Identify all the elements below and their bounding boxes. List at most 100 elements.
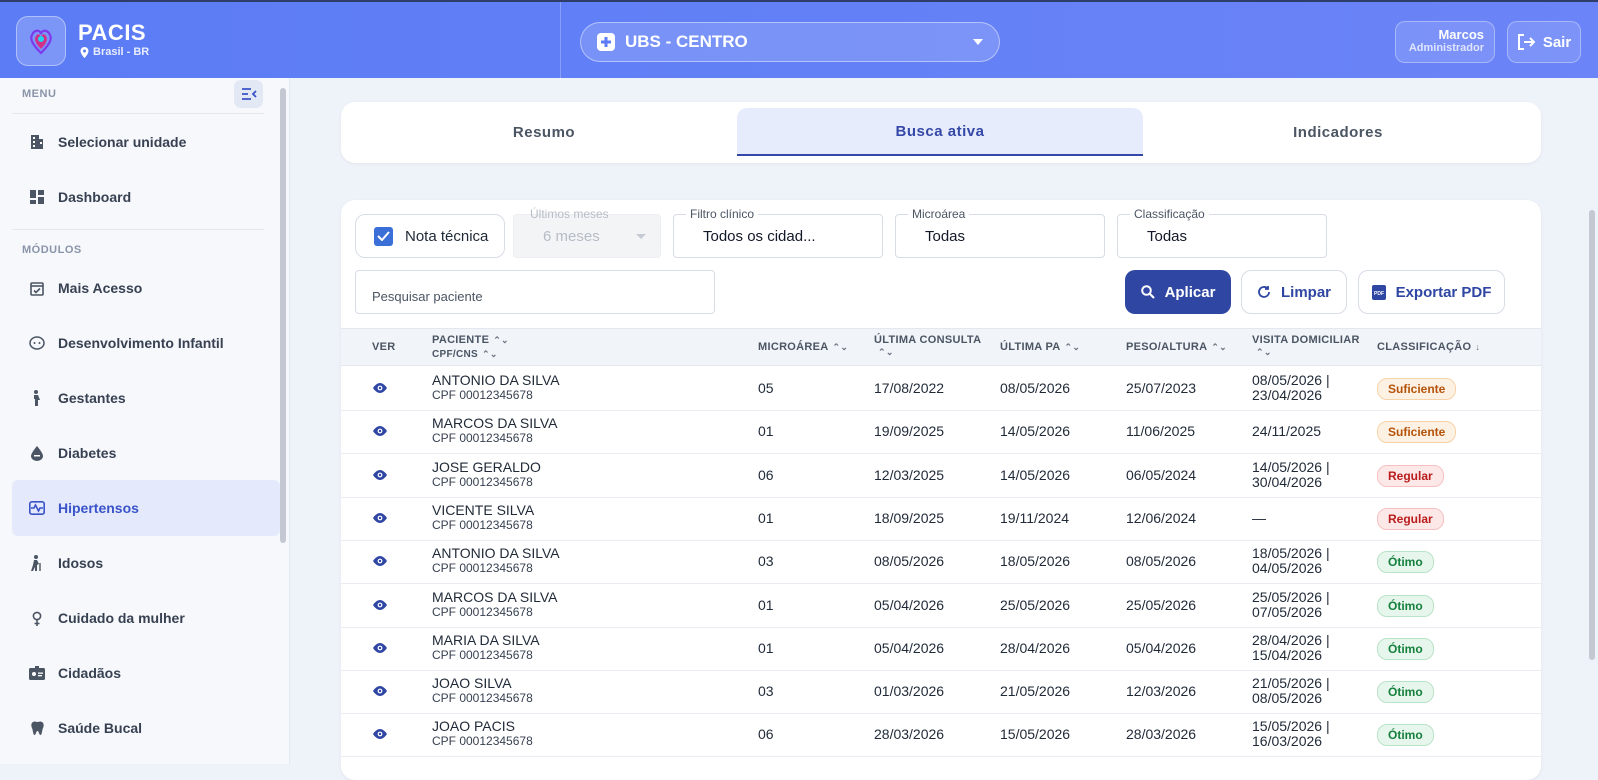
col-classificacao[interactable]: CLASSIFICAÇÃO ↓ [1377,341,1480,353]
col-peso-altura[interactable]: PESO/ALTURA ⌃⌄ [1126,341,1227,353]
logout-label: Sair [1542,33,1572,51]
apply-button[interactable]: Aplicar [1125,270,1231,314]
microarea-select[interactable]: Microárea Todas [895,207,1105,258]
sidebar-item-idosos[interactable]: Idosos [12,535,280,591]
app-logo[interactable] [16,16,66,66]
microarea-value: Todas [925,227,966,245]
status-badge: Suficiente [1377,421,1457,444]
sort-icon: ⌃⌄ [832,342,849,352]
cell-peso: 28/03/2026 [1126,726,1197,743]
status-badge: Ótimo [1377,551,1434,574]
table-row[interactable]: MARCOS DA SILVA CPF 00012345678 01 05/04/20… [341,584,1541,628]
view-eye-icon[interactable] [372,381,388,399]
sort-icon: ⌃⌄ [1256,347,1272,357]
cell-visita: 08/05/2026 | 23/04/2026 [1252,372,1330,403]
patient-name: ANTONIO DA SILVA [432,372,560,388]
sidebar-item-desenvolvimento-infantil[interactable]: Desenvolvimento Infantil [12,315,280,371]
table-row[interactable]: JOAO PACIS CPF 00012345678 06 28/03/2026 15/… [341,713,1541,758]
cell-micro: 01 [758,509,774,526]
cell-consulta: 28/03/2026 [874,726,945,743]
calendar-check-icon [28,281,46,296]
col-ultima-pa[interactable]: ÚLTIMA PA ⌃⌄ [1000,341,1080,353]
classificacao-select[interactable]: Classificação Todas [1117,207,1327,258]
refresh-icon [1258,286,1270,298]
sidebar-item-label: Dashboard [58,189,132,205]
sidebar-item-gestantes[interactable]: Gestantes [12,370,280,426]
female-icon [28,611,46,626]
app-name: PACIS [78,20,147,45]
col-paciente[interactable]: PACIENTE ⌃⌄ [432,334,509,346]
sidebar-item-dashboard[interactable]: Dashboard [12,169,280,225]
heartbeat-icon [28,501,46,515]
table-row[interactable]: ANTONIO DA SILVA CPF 00012345678 03 08/05/2… [341,540,1541,585]
sidebar-item-diabetes[interactable]: Diabetes [12,425,280,481]
view-eye-icon[interactable] [372,554,388,572]
sidebar-item-label: Idosos [58,555,104,571]
cell-pa: 18/05/2026 [1000,553,1071,570]
modules-section-title: MÓDULOS [22,244,82,256]
cell-consulta: 19/09/2025 [874,423,945,440]
sort-icon: ⌃⌄ [1064,342,1081,352]
tab-resumo[interactable]: Resumo [341,108,747,156]
classificacao-value: Todas [1147,227,1188,245]
table-row[interactable]: MARIA DA SILVA CPF 00012345678 01 05/04/202… [341,627,1541,671]
patient-doc: CPF 00012345678 [432,691,533,706]
page-scrollbar[interactable] [1589,210,1595,660]
dashboard-icon [28,190,46,204]
view-eye-icon[interactable] [372,641,388,659]
sidebar-item-label: Hipertensos [58,500,139,516]
cell-consulta: 08/05/2026 [874,553,945,570]
sidebar-item-label: Selecionar unidade [58,134,187,150]
medical-cross-icon [597,33,615,51]
tab-busca-ativa[interactable]: Busca ativa [737,108,1143,156]
patient-name: MARCOS DA SILVA [432,588,558,605]
cell-consulta: 17/08/2022 [874,380,945,396]
table-row[interactable]: JOSE GERALDO CPF 00012345678 06 12/03/2025 1… [341,454,1541,498]
col-ultima-consulta[interactable]: ÚLTIMA CONSULTA ⌃⌄ [874,334,981,358]
view-eye-icon[interactable] [372,424,388,442]
patient-cell: JOSE GERALDO CPF 00012345678 [432,459,541,489]
cell-consulta: 01/03/2026 [874,683,945,700]
sort-icon: ⌃⌄ [1211,342,1228,352]
status-badge: Ótimo [1377,724,1434,747]
sidebar-scrollbar[interactable] [280,88,286,543]
sort-icon: ⌃⌄ [878,347,894,357]
view-eye-icon[interactable] [372,511,388,529]
view-eye-icon[interactable] [372,598,388,616]
col-cpf[interactable]: CPF/CNS ⌃⌄ [432,349,498,360]
view-eye-icon[interactable] [372,468,388,486]
unit-selector[interactable]: UBS - CENTRO [580,22,1000,62]
table-row[interactable]: VICENTE SILVA CPF 00012345678 01 18/09/2025… [341,497,1541,541]
nota-tecnica-checkbox[interactable]: Nota técnica [355,214,505,258]
collapse-sidebar-button[interactable] [234,80,263,108]
sidebar-item-hipertensos[interactable]: Hipertensos [12,480,280,536]
clear-button[interactable]: Limpar [1241,270,1347,314]
filtro-clinico-label: Filtro clínico [686,207,759,221]
patient-doc: CPF 00012345678 [432,431,533,446]
location-label: Brasil - BR [93,46,150,58]
svg-text:PDF: PDF [1374,291,1384,297]
col-microarea[interactable]: MICROÁREA ⌃⌄ [758,341,848,353]
pdf-icon: PDF [1371,284,1386,300]
logout-button[interactable]: Sair [1507,21,1581,63]
sidebar-item-selecionar-unidade[interactable]: Selecionar unidade [12,114,280,170]
table-row[interactable]: ANTONIO DA SILVA CPF 00012345678 05 17/08/2… [341,367,1541,411]
view-eye-icon[interactable] [372,727,388,745]
sidebar-item-mais-acesso[interactable]: Mais Acesso [12,260,280,316]
sidebar-item-saude-bucal[interactable]: Saúde Bucal [12,700,280,756]
table-row[interactable]: MARCOS DA SILVA CPF 00012345678 01 19/09/20… [341,410,1541,455]
ultimos-meses-value: 6 meses [543,227,600,245]
view-eye-icon[interactable] [372,684,388,702]
search-input[interactable]: Pesquisar paciente [355,270,715,314]
export-pdf-button[interactable]: PDF Exportar PDF [1358,270,1505,314]
sidebar-item-cuidado-da-mulher[interactable]: Cuidado da mulher [12,590,280,646]
col-visita-domiciliar[interactable]: VISITA DOMICILIAR ⌃⌄ [1252,334,1360,358]
sidebar-item-cidadaos[interactable]: Cidadãos [12,645,280,701]
cell-peso: 05/04/2026 [1126,639,1197,656]
tab-indicadores[interactable]: Indicadores [1135,108,1541,156]
filtro-clinico-select[interactable]: Filtro clínico Todos os cidad... [673,207,883,258]
elderly-icon [28,555,46,571]
table-row[interactable]: JOAO SILVA CPF 00012345678 03 01/03/2026 21/… [341,670,1541,715]
unit-selector-value: UBS - CENTRO [625,32,748,51]
user-profile-button[interactable]: Marcos Administrador [1395,21,1495,63]
